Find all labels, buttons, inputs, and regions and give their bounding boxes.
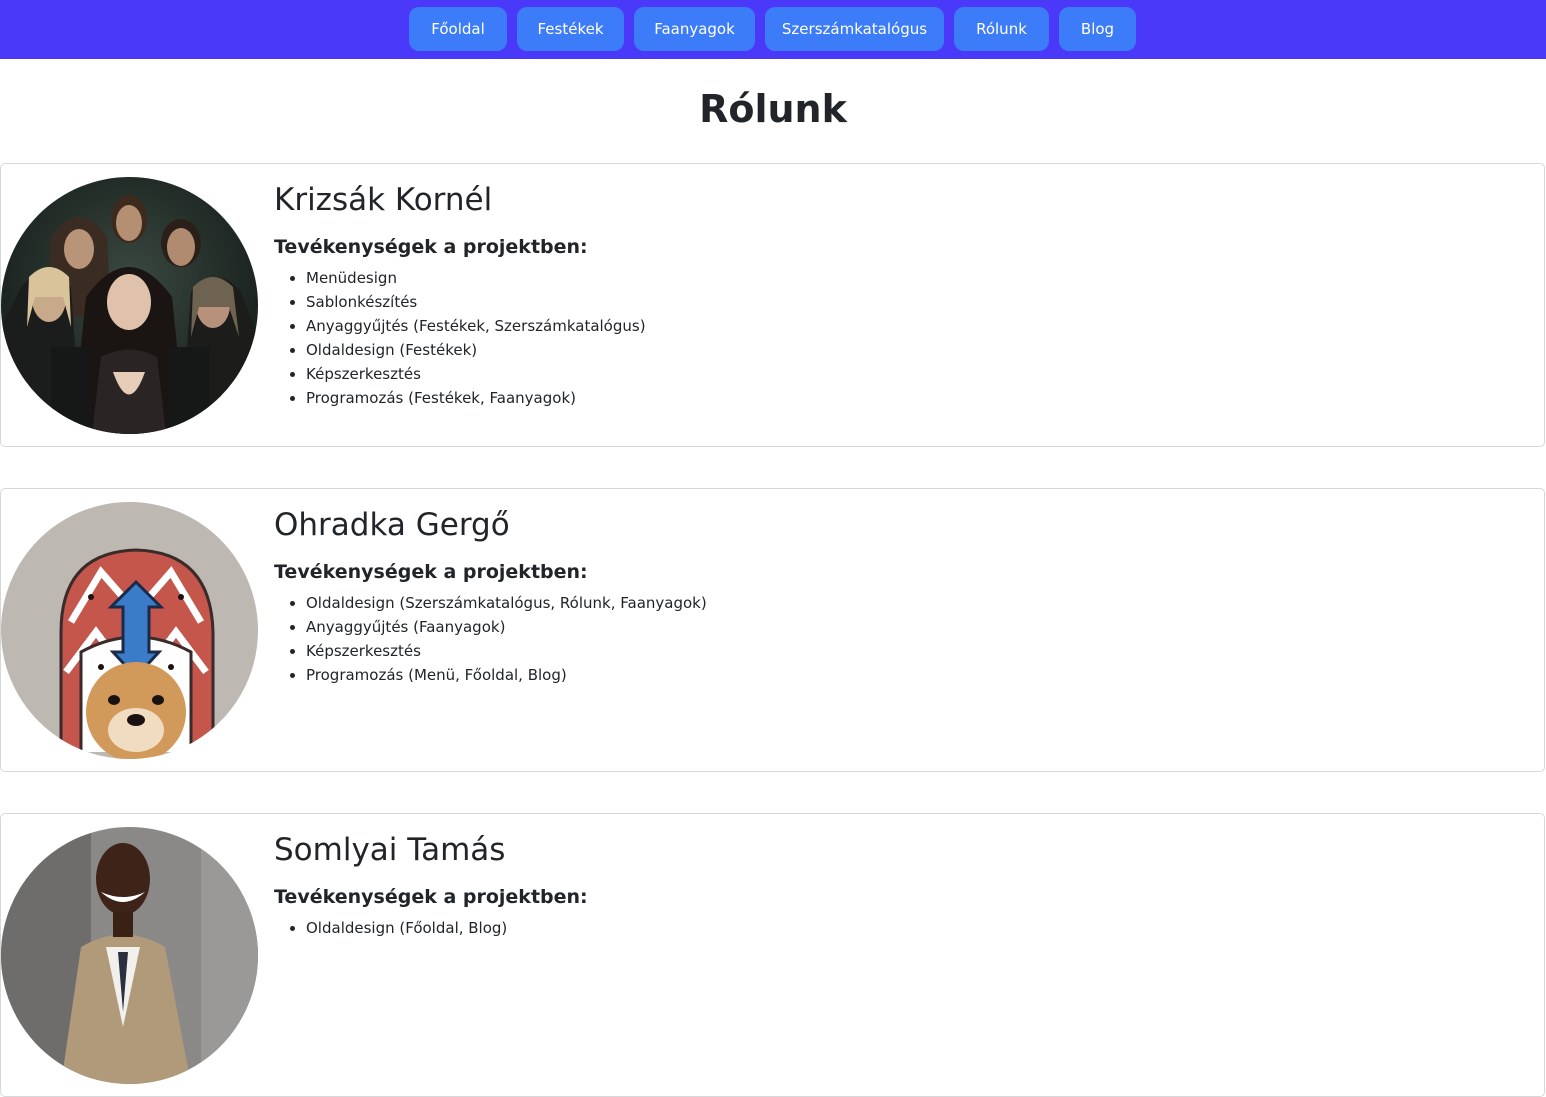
activity-list: Oldaldesign (Szerszámkatalógus, Rólunk, … bbox=[274, 591, 707, 687]
top-navbar: Főoldal Festékek Faanyagok Szerszámkatal… bbox=[0, 0, 1546, 59]
list-item: Képszerkesztés bbox=[306, 362, 646, 386]
list-item: Oldaldesign (Főoldal, Blog) bbox=[306, 916, 507, 940]
activities-heading: Tevékenységek a projektben: bbox=[274, 886, 588, 908]
nav-button-festekek[interactable]: Festékek bbox=[517, 7, 624, 51]
member-card: Ohradka Gergő Tevékenységek a projektben… bbox=[0, 488, 1545, 772]
nav-button-faanyagok[interactable]: Faanyagok bbox=[634, 7, 755, 51]
list-item: Sablonkészítés bbox=[306, 290, 646, 314]
list-item: Oldaldesign (Festékek) bbox=[306, 338, 646, 362]
list-item: Menüdesign bbox=[306, 266, 646, 290]
nav-button-szerszamkatalogus[interactable]: Szerszámkatalógus bbox=[765, 7, 944, 51]
member-name: Ohradka Gergő bbox=[274, 507, 510, 543]
list-item: Anyaggyűjtés (Faanyagok) bbox=[306, 615, 707, 639]
member-card: Krizsák Kornél Tevékenységek a projektbe… bbox=[0, 163, 1545, 447]
nav-button-blog[interactable]: Blog bbox=[1059, 7, 1136, 51]
list-item: Képszerkesztés bbox=[306, 639, 707, 663]
nav-button-rolunk[interactable]: Rólunk bbox=[954, 7, 1049, 51]
member-name: Krizsák Kornél bbox=[274, 182, 493, 218]
list-item: Programozás (Menü, Főoldal, Blog) bbox=[306, 663, 707, 687]
list-item: Oldaldesign (Szerszámkatalógus, Rólunk, … bbox=[306, 591, 707, 615]
member-card: Somlyai Tamás Tevékenységek a projektben… bbox=[0, 813, 1545, 1097]
activity-list: Oldaldesign (Főoldal, Blog) bbox=[274, 916, 507, 940]
list-item: Programozás (Festékek, Faanyagok) bbox=[306, 386, 646, 410]
member-name: Somlyai Tamás bbox=[274, 832, 506, 868]
activities-heading: Tevékenységek a projektben: bbox=[274, 561, 588, 583]
member-photo bbox=[1, 177, 258, 434]
list-item: Anyaggyűjtés (Festékek, Szerszámkatalógu… bbox=[306, 314, 646, 338]
activity-list: Menüdesign Sablonkészítés Anyaggyűjtés (… bbox=[274, 266, 646, 410]
member-photo bbox=[1, 827, 258, 1084]
member-photo bbox=[1, 502, 258, 759]
nav-button-fooldal[interactable]: Főoldal bbox=[409, 7, 507, 51]
activities-heading: Tevékenységek a projektben: bbox=[274, 236, 588, 258]
page-title: Rólunk bbox=[699, 87, 847, 131]
